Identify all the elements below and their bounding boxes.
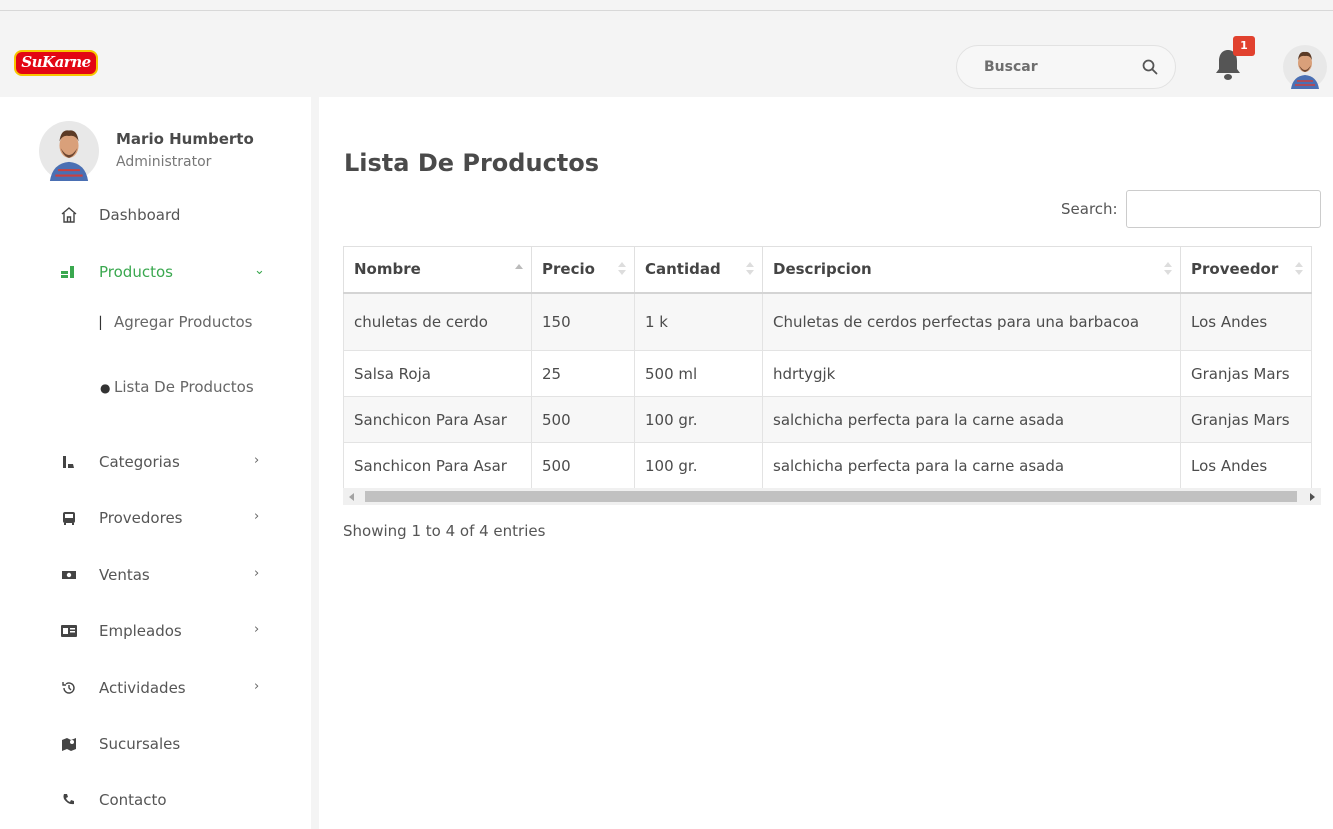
cell-precio: 150 <box>531 292 635 351</box>
chevron-right-icon: › <box>254 622 260 637</box>
scroll-right-arrow-icon[interactable] <box>1310 493 1315 501</box>
boots-icon: ▏ <box>100 316 110 330</box>
sidebar-item-label: Empleados <box>99 622 182 640</box>
submenu-item-label: Lista De Productos <box>114 378 254 396</box>
cell-cantidad: 1 k <box>634 292 763 351</box>
sidebar-item-contacto[interactable]: Contacto <box>60 785 270 815</box>
global-search[interactable]: Buscar <box>956 45 1176 89</box>
cell-precio: 25 <box>531 350 635 397</box>
sidebar-item-label: Contacto <box>99 791 167 809</box>
cell-nombre: chuletas de cerdo <box>343 292 532 351</box>
sidebar-item-actividades[interactable]: Actividades › <box>60 673 270 703</box>
profile-avatar[interactable] <box>39 121 99 181</box>
table-row[interactable]: Sanchicon Para Asar 500 100 gr. salchich… <box>343 396 1312 443</box>
bus-icon <box>60 509 78 527</box>
column-header-proveedor[interactable]: Proveedor <box>1180 246 1312 294</box>
main-panel: Lista De Productos Search: Nombre Precio… <box>319 97 1333 829</box>
boots-icon <box>60 453 78 471</box>
id-card-icon <box>60 622 78 640</box>
table-header-row: Nombre Precio Cantidad Descripcion Prove… <box>343 246 1312 294</box>
cell-nombre: Sanchicon Para Asar <box>343 442 532 489</box>
sidebar-item-label: Sucursales <box>99 735 181 753</box>
cell-nombre: Salsa Roja <box>343 350 532 397</box>
home-icon <box>60 206 78 224</box>
search-placeholder: Buscar <box>984 59 1038 75</box>
sidebar-item-ventas[interactable]: Ventas › <box>60 560 270 590</box>
table-row[interactable]: chuletas de cerdo 150 1 k Chuletas de ce… <box>343 292 1312 351</box>
chevron-right-icon: › <box>254 566 260 581</box>
history-icon <box>60 679 78 697</box>
sort-icon <box>1295 262 1303 276</box>
cell-descripcion: salchicha perfecta para la carne asada <box>762 442 1181 489</box>
profile-name: Mario Humberto <box>116 130 254 148</box>
table-row[interactable]: Salsa Roja 25 500 ml hdrtygjk Granjas Ma… <box>343 350 1312 397</box>
cell-cantidad: 100 gr. <box>634 442 763 489</box>
cell-descripcion: Chuletas de cerdos perfectas para una ba… <box>762 292 1181 351</box>
cell-proveedor: Los Andes <box>1180 442 1312 489</box>
profile-role: Administrator <box>116 154 212 170</box>
cell-nombre: Sanchicon Para Asar <box>343 396 532 443</box>
sidebar-item-label: Actividades <box>99 679 186 697</box>
notification-badge: 1 <box>1233 36 1255 56</box>
column-header-descripcion[interactable]: Descripcion <box>762 246 1181 294</box>
map-icon <box>60 735 78 753</box>
cell-precio: 500 <box>531 396 635 443</box>
sidebar-item-label: Categorias <box>99 453 180 471</box>
chevron-right-icon: › <box>254 679 260 694</box>
sidebar-item-categorias[interactable]: Categorias › <box>60 447 270 477</box>
sidebar-item-sucursales[interactable]: Sucursales <box>60 729 270 759</box>
column-header-cantidad[interactable]: Cantidad <box>634 246 763 294</box>
scrollbar-thumb[interactable] <box>365 491 1297 502</box>
phone-icon <box>60 791 78 809</box>
sidebar-item-provedores[interactable]: Provedores › <box>60 503 270 533</box>
user-avatar[interactable] <box>1283 45 1327 89</box>
chevron-right-icon: › <box>254 509 260 524</box>
sidebar-item-label: Ventas <box>99 566 150 584</box>
apple-icon: ● <box>100 381 111 395</box>
cell-precio: 500 <box>531 442 635 489</box>
submenu-item-lista-productos[interactable]: ● Lista De Productos <box>100 375 260 400</box>
sidebar: Mario Humberto Administrator Dashboard P… <box>0 97 311 829</box>
sort-icon <box>618 262 626 276</box>
search-icon[interactable] <box>1142 59 1158 75</box>
sort-icon <box>746 262 754 276</box>
chevron-right-icon: › <box>254 453 260 468</box>
top-bar: SuKarne Buscar 1 <box>0 10 1333 97</box>
submenu-item-label: Agregar Productos <box>114 313 253 331</box>
cell-descripcion: hdrtygjk <box>762 350 1181 397</box>
sidebar-item-productos[interactable]: Productos ⌄ <box>60 257 270 287</box>
table-search-label: Search: <box>1061 200 1118 218</box>
sidebar-item-empleados[interactable]: Empleados › <box>60 616 270 646</box>
column-header-nombre[interactable]: Nombre <box>343 246 532 294</box>
money-icon <box>60 566 78 584</box>
products-icon <box>60 263 78 281</box>
sidebar-item-label: Productos <box>99 263 173 281</box>
cell-proveedor: Granjas Mars <box>1180 350 1312 397</box>
sidebar-item-label: Dashboard <box>99 206 181 224</box>
cell-proveedor: Granjas Mars <box>1180 396 1312 443</box>
chevron-down-icon: ⌄ <box>254 263 265 278</box>
sidebar-item-label: Provedores <box>99 509 183 527</box>
submenu-item-agregar-productos[interactable]: ▏ Agregar Productos <box>100 310 260 335</box>
table-horizontal-scrollbar[interactable] <box>343 488 1321 505</box>
table-row[interactable]: Sanchicon Para Asar 500 100 gr. salchich… <box>343 442 1312 489</box>
cell-descripcion: salchicha perfecta para la carne asada <box>762 396 1181 443</box>
sort-ascending-icon <box>515 262 523 276</box>
sort-icon <box>1164 262 1172 276</box>
column-header-precio[interactable]: Precio <box>531 246 635 294</box>
products-table: Nombre Precio Cantidad Descripcion Prove… <box>343 246 1312 489</box>
cell-cantidad: 100 gr. <box>634 396 763 443</box>
sukarne-logo[interactable]: SuKarne <box>14 50 98 76</box>
table-info: Showing 1 to 4 of 4 entries <box>343 522 546 540</box>
page-title: Lista De Productos <box>344 149 600 177</box>
cell-cantidad: 500 ml <box>634 350 763 397</box>
sidebar-item-dashboard[interactable]: Dashboard <box>60 200 270 230</box>
cell-proveedor: Los Andes <box>1180 292 1312 351</box>
scroll-left-arrow-icon[interactable] <box>349 493 354 501</box>
table-search-input[interactable] <box>1126 190 1321 228</box>
